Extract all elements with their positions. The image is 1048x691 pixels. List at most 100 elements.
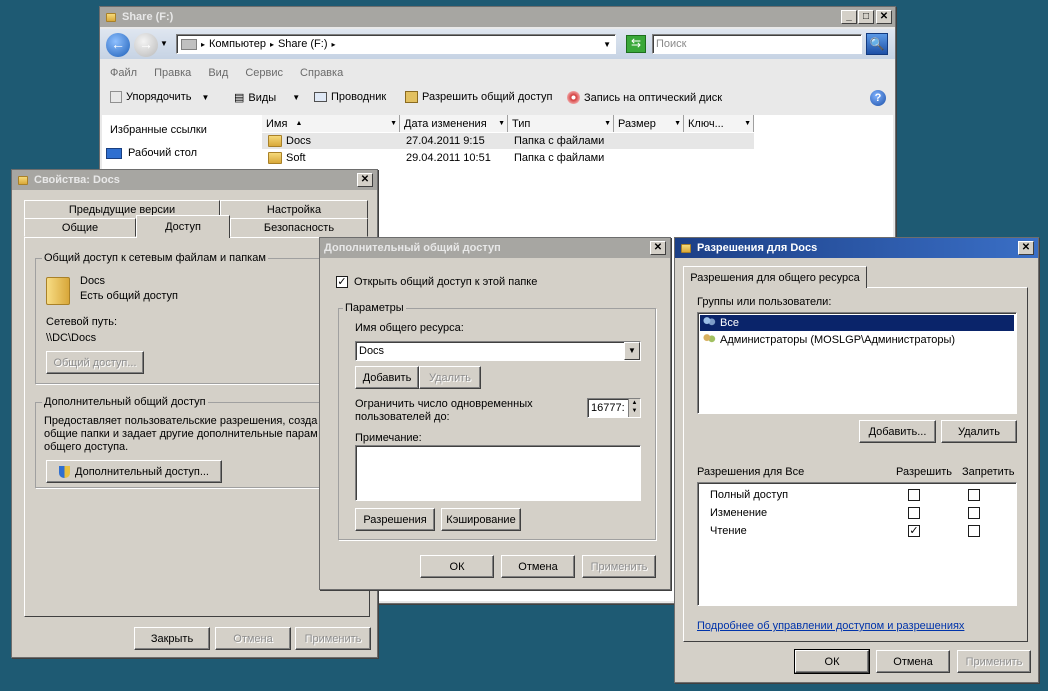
cancel-button[interactable]: Отмена xyxy=(501,555,575,578)
share-folder-label[interactable]: Открыть общий доступ к этой папке xyxy=(354,276,537,288)
remove-button[interactable]: Удалить xyxy=(419,366,481,389)
share-folder-checkbox[interactable]: ✓ xyxy=(336,276,348,288)
cancel-button[interactable]: Отмена xyxy=(215,627,291,650)
ok-button[interactable]: ОК xyxy=(420,555,494,578)
tab-share-permissions[interactable]: Разрешения для общего ресурса xyxy=(683,266,867,288)
menu-edit[interactable]: Правка xyxy=(154,67,191,79)
users-list[interactable]: Все Администраторы (MOSLGP\Администратор… xyxy=(697,312,1017,414)
history-dropdown-icon[interactable]: ▼ xyxy=(160,39,168,48)
search-button[interactable]: 🔍 xyxy=(866,33,888,55)
burn-label: Запись на оптический диск xyxy=(584,91,723,104)
spin-arrows-icon[interactable]: ▲ ▼ xyxy=(628,399,640,417)
column-filter-icon[interactable]: ▼ xyxy=(390,120,397,127)
tab-customize-label: Настройка xyxy=(266,203,322,216)
nav-favorites[interactable]: Избранные ссылки xyxy=(110,124,207,136)
allow-checkbox[interactable] xyxy=(908,489,920,501)
column-date[interactable]: Дата изменения ▼ xyxy=(400,115,508,132)
column-key[interactable]: Ключ... ▼ xyxy=(684,115,754,132)
close-dialog-button[interactable]: Закрыть xyxy=(134,627,210,650)
cancel-label: Отмена xyxy=(893,655,933,668)
deny-column-header: Запретить xyxy=(962,466,1015,478)
minimize-button[interactable]: _ xyxy=(841,10,857,24)
add-button[interactable]: Добавить xyxy=(355,366,419,389)
permission-name: Изменение xyxy=(710,507,768,519)
caching-button[interactable]: Кэширование xyxy=(441,508,521,531)
refresh-button[interactable]: ⇆ xyxy=(626,35,646,53)
explorer-pane-button[interactable]: Проводник xyxy=(314,91,386,103)
properties-title: Свойства: Docs xyxy=(34,174,120,186)
tab-sharing[interactable]: Доступ xyxy=(136,215,230,238)
column-name[interactable]: Имя ▲ ▼ xyxy=(262,115,400,132)
ok-button[interactable]: ОК xyxy=(794,649,870,674)
allow-checkbox[interactable]: ✓ xyxy=(908,525,920,537)
maximize-button[interactable]: □ xyxy=(858,10,874,24)
chevron-down-icon[interactable]: ▼ xyxy=(624,342,640,360)
nav-desktop-label: Рабочий стол xyxy=(128,147,198,159)
close-button[interactable]: ✕ xyxy=(1018,241,1034,255)
organize-button[interactable]: Упорядочить ▼ xyxy=(110,91,209,103)
column-type[interactable]: Тип ▼ xyxy=(508,115,614,132)
file-type: Папка с файлами xyxy=(514,135,605,147)
tab-customize[interactable]: Настройка xyxy=(220,200,368,219)
add-user-label: Добавить... xyxy=(868,425,927,438)
share-button[interactable]: Общий доступ... xyxy=(46,351,144,374)
menu-view[interactable]: Вид xyxy=(208,67,228,79)
column-filter-icon[interactable]: ▼ xyxy=(604,120,611,127)
back-button[interactable]: ← xyxy=(106,33,130,57)
users-icon xyxy=(702,317,716,329)
search-input[interactable]: Поиск xyxy=(652,34,862,54)
note-textarea[interactable] xyxy=(355,445,641,501)
permissions-title: Разрешения для Docs xyxy=(697,242,818,254)
allow-checkbox[interactable] xyxy=(908,507,920,519)
burn-button[interactable]: Запись на оптический диск xyxy=(567,91,722,104)
remove-user-button[interactable]: Удалить xyxy=(941,420,1017,443)
advanced-description: общего доступа. xyxy=(44,441,129,453)
help-icon[interactable]: ? xyxy=(870,90,886,106)
column-filter-icon[interactable]: ▼ xyxy=(744,120,751,127)
deny-checkbox[interactable] xyxy=(968,489,980,501)
apply-label: Применить xyxy=(965,655,1023,668)
cancel-button[interactable]: Отмена xyxy=(876,650,950,673)
address-part-share[interactable]: Share (F:) xyxy=(278,38,328,50)
table-row[interactable]: Soft 29.04.2011 10:51 Папка с файлами xyxy=(262,150,754,166)
advanced-sharing-button[interactable]: Дополнительный доступ... xyxy=(46,460,222,483)
parameters-group: Параметры Имя общего ресурса: Docs ▼ Доб… xyxy=(338,302,656,540)
views-button[interactable]: ▤ Виды ▼ xyxy=(234,91,300,105)
list-item[interactable]: Все xyxy=(700,315,1014,331)
address-part-computer[interactable]: Компьютер xyxy=(209,38,266,50)
folder-name: Docs xyxy=(80,275,106,287)
address-bar[interactable]: ▸ Компьютер ▸ Share (F:) ▸ ▼ xyxy=(176,34,616,54)
advanced-sharing-dialog: Дополнительный общий доступ ✕ ✓ Открыть … xyxy=(319,237,671,590)
menu-file[interactable]: Файл xyxy=(110,67,137,79)
deny-checkbox[interactable] xyxy=(968,525,980,537)
share-button[interactable]: Разрешить общий доступ xyxy=(405,91,553,103)
deny-checkbox[interactable] xyxy=(968,507,980,519)
apply-button[interactable]: Применить xyxy=(957,650,1031,673)
forward-button[interactable]: → xyxy=(134,33,158,57)
list-item[interactable]: Администраторы (MOSLGP\Администраторы) xyxy=(700,332,1014,348)
column-filter-icon[interactable]: ▼ xyxy=(498,120,505,127)
advanced-sharing-group: Дополнительный общий доступ Предоставляе… xyxy=(35,396,365,488)
address-chevron-icon: ▸ xyxy=(269,39,274,49)
apply-button[interactable]: Применить xyxy=(295,627,371,650)
folder-icon xyxy=(268,152,282,164)
limit-stepper[interactable]: 16777: ▲ ▼ xyxy=(587,398,641,418)
nav-desktop[interactable]: Рабочий стол xyxy=(106,147,197,159)
permissions-button[interactable]: Разрешения xyxy=(355,508,435,531)
help-link[interactable]: Подробнее об управлении доступом и разре… xyxy=(697,620,964,632)
column-filter-icon[interactable]: ▼ xyxy=(674,120,681,127)
close-button[interactable]: ✕ xyxy=(876,10,892,24)
table-row[interactable]: Docs 27.04.2011 9:15 Папка с файлами xyxy=(262,133,754,149)
add-user-button[interactable]: Добавить... xyxy=(859,420,936,443)
tab-sharing-label: Доступ xyxy=(165,221,201,233)
share-name-select[interactable]: Docs ▼ xyxy=(355,341,641,361)
apply-button[interactable]: Применить xyxy=(582,555,656,578)
column-size[interactable]: Размер ▼ xyxy=(614,115,684,132)
menu-help[interactable]: Справка xyxy=(300,67,343,79)
close-button[interactable]: ✕ xyxy=(650,241,666,255)
address-dropdown-icon[interactable]: ▼ xyxy=(603,40,611,49)
tab-general[interactable]: Общие xyxy=(24,218,136,237)
close-button[interactable]: ✕ xyxy=(357,173,373,187)
tab-security[interactable]: Безопасность xyxy=(230,218,368,237)
menu-tools[interactable]: Сервис xyxy=(245,67,283,79)
